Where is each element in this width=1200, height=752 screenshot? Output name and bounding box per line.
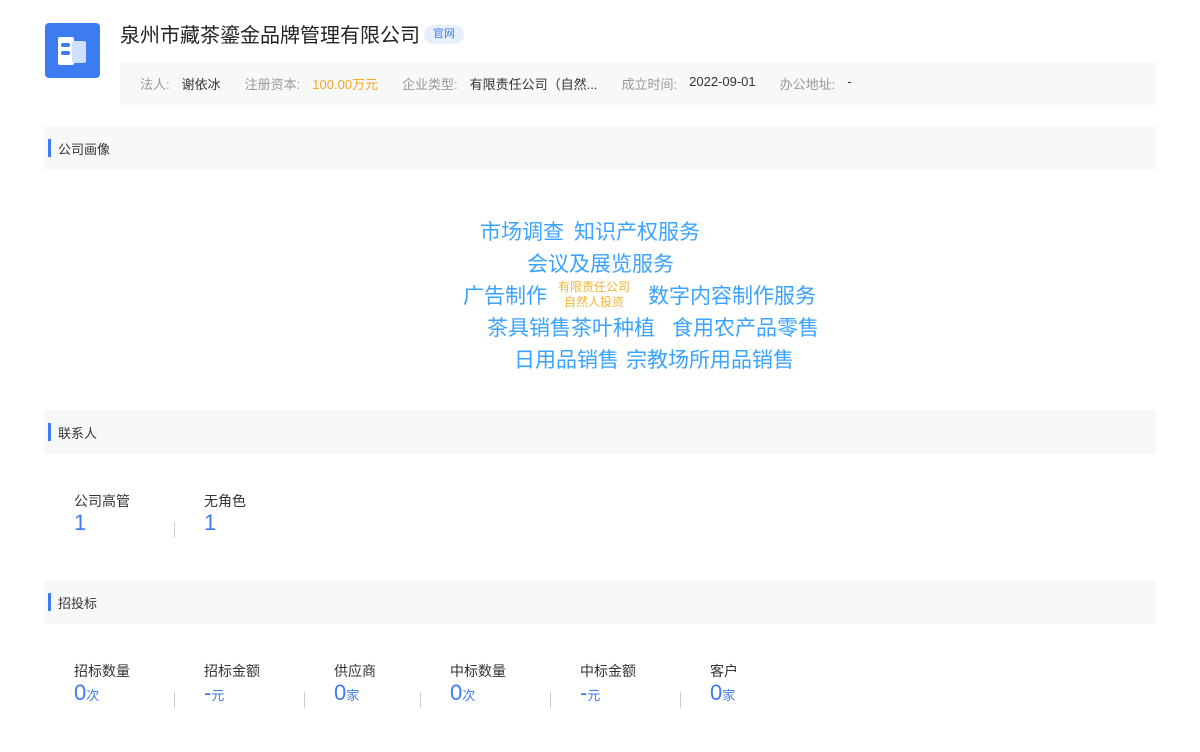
stat-value: -元 (580, 680, 601, 705)
stat-value: -元 (204, 680, 225, 705)
stat-tender-count[interactable]: 招标数量 0次 (44, 662, 174, 709)
stat-label: 客户 (710, 663, 738, 679)
stat-label: 招标金额 (204, 663, 260, 679)
type-label: 企业类型: (402, 77, 458, 92)
stat-no-role[interactable]: 无角色 1 (174, 492, 304, 538)
tag-item: 食用农产品零售 (672, 317, 819, 340)
stat-value: 0次 (450, 680, 476, 705)
tag-item: 市场调查 (480, 221, 564, 244)
bidding-stats: 招标数量 0次 招标金额 -元 供应商 0家 中标数量 0次 中标金额 -元 客… (44, 662, 810, 709)
type-value: 有限责任公司（自然... (469, 77, 598, 92)
stat-label: 公司高管 (74, 493, 130, 509)
capital-value: 100.00万元 (312, 77, 379, 92)
stat-value: 1 (204, 510, 217, 535)
tag-item: 知识产权服务 (574, 221, 700, 244)
stat-label: 中标金额 (580, 663, 636, 679)
tag-item: 会议及展览服务 (527, 253, 674, 276)
stat-win-amount[interactable]: 中标金额 -元 (550, 662, 680, 709)
founded-date: 成立时间: 2022-09-01 (622, 74, 756, 93)
office-address: 办公地址: - (780, 74, 852, 93)
tag-item: 数字内容制作服务 (648, 285, 816, 308)
logo-line (61, 43, 70, 47)
tag-item: 日用品销售 (514, 349, 619, 372)
section-accent-bar (48, 593, 51, 611)
founded-value: 2022-09-01 (689, 74, 756, 89)
logo-line (61, 51, 70, 55)
tag-item: 茶具销售 (487, 317, 571, 340)
stat-value: 0家 (710, 680, 736, 705)
official-site-badge[interactable]: 官网 (424, 25, 464, 44)
tag-item-small: 有限责任公司 自然人投资 (558, 280, 630, 310)
tag-item: 有限责任公司 (558, 280, 631, 294)
founded-label: 成立时间: (621, 77, 678, 92)
tag-item: 茶叶种植 (571, 317, 655, 340)
stat-label: 无角色 (204, 493, 246, 509)
logo-doc-shape-back (72, 41, 86, 63)
stat-executives[interactable]: 公司高管 1 (44, 492, 174, 536)
stat-customers[interactable]: 客户 0家 (680, 662, 810, 709)
section-accent-bar (48, 139, 51, 157)
address-label: 办公地址: (779, 77, 836, 92)
contacts-stats: 公司高管 1 无角色 1 (44, 492, 304, 538)
tag-item: 宗教场所用品销售 (626, 349, 794, 372)
section-title: 招投标 (58, 595, 98, 611)
legal-person-value[interactable]: 谢依冰 (182, 74, 221, 93)
stat-value: 1 (74, 510, 87, 535)
stat-value: 0次 (74, 680, 100, 705)
section-contacts: 联系人 (44, 410, 1156, 454)
tag-item: 广告制作 (463, 285, 547, 308)
section-company-profile: 公司画像 (44, 126, 1156, 170)
company-type: 企业类型: 有限责任公司（自然... (402, 74, 597, 93)
stat-label: 招标数量 (74, 663, 130, 679)
stat-tender-amount[interactable]: 招标金额 -元 (174, 662, 304, 709)
section-bidding: 招投标 (44, 580, 1156, 624)
stat-value: 0家 (334, 680, 360, 705)
stat-suppliers[interactable]: 供应商 0家 (304, 662, 420, 709)
legal-person: 法人: 谢依冰 (140, 74, 221, 93)
stat-win-count[interactable]: 中标数量 0次 (420, 662, 550, 709)
capital-label: 注册资本: (244, 77, 301, 92)
section-accent-bar (48, 423, 51, 441)
address-value: - (847, 74, 852, 89)
company-info-bar: 法人: 谢依冰 注册资本: 100.00万元 企业类型: 有限责任公司（自然..… (120, 62, 1156, 105)
section-title: 联系人 (58, 425, 98, 441)
company-tag-cloud: 市场调查 知识产权服务 会议及展览服务 广告制作 有限责任公司 自然人投资 数字… (44, 170, 1156, 410)
legal-person-label: 法人: (140, 77, 170, 92)
registered-capital: 注册资本: 100.00万元 (245, 74, 378, 93)
stat-label: 供应商 (334, 663, 376, 679)
section-title: 公司画像 (58, 141, 111, 157)
stat-label: 中标数量 (450, 663, 506, 679)
company-building-icon (45, 23, 100, 78)
company-name: 泉州市藏茶鎏金品牌管理有限公司 (120, 25, 420, 47)
tag-item: 自然人投资 (564, 295, 625, 309)
